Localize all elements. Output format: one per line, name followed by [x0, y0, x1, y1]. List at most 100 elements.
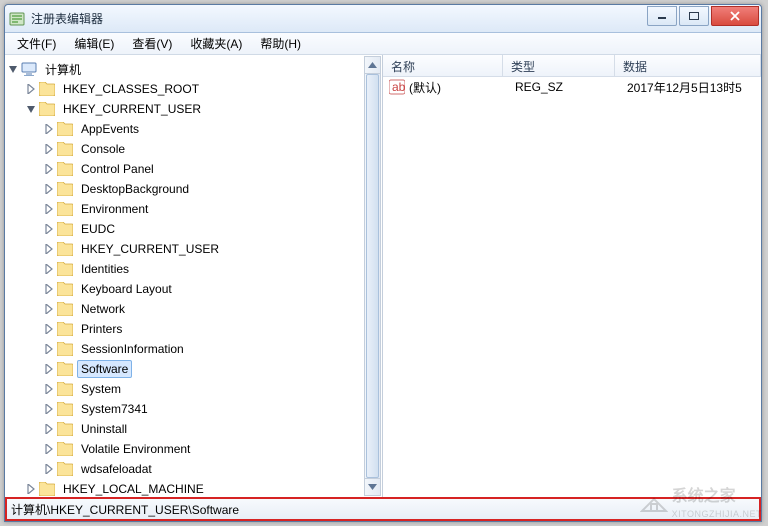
tree-hkcu-child[interactable]: AppEvents — [7, 119, 382, 139]
tree-item-label: Control Panel — [77, 160, 158, 178]
status-path: 计算机\HKEY_CURRENT_USER\Software — [11, 501, 239, 518]
expand-closed-icon[interactable] — [43, 263, 55, 275]
tree-item-label: EUDC — [77, 220, 119, 238]
tree-item-label: wdsafeloadat — [77, 460, 156, 478]
expand-closed-icon[interactable] — [43, 443, 55, 455]
tree-hkcu-child[interactable]: Environment — [7, 199, 382, 219]
tree-item-label: Volatile Environment — [77, 440, 194, 458]
folder-icon — [57, 142, 73, 156]
expand-closed-icon[interactable] — [43, 243, 55, 255]
tree-hkcu[interactable]: HKEY_CURRENT_USER — [7, 99, 382, 119]
expand-closed-icon[interactable] — [43, 463, 55, 475]
expand-closed-icon[interactable] — [43, 343, 55, 355]
tree-hklm[interactable]: HKEY_LOCAL_MACHINE — [7, 479, 382, 497]
expand-closed-icon[interactable] — [43, 323, 55, 335]
expand-closed-icon[interactable] — [43, 183, 55, 195]
tree-hkcu-child[interactable]: SessionInformation — [7, 339, 382, 359]
tree-item-label: Uninstall — [77, 420, 131, 438]
tree-hkcr[interactable]: HKEY_CLASSES_ROOT — [7, 79, 382, 99]
folder-icon — [57, 242, 73, 256]
tree-item-label: Software — [77, 360, 132, 378]
tree-item-label: Keyboard Layout — [77, 280, 176, 298]
tree-pane: 计算机HKEY_CLASSES_ROOTHKEY_CURRENT_USERApp… — [5, 55, 383, 497]
tree-hkcu-child[interactable]: EUDC — [7, 219, 382, 239]
expand-closed-icon[interactable] — [25, 83, 37, 95]
tree-item-label: DesktopBackground — [77, 180, 193, 198]
tree-hkcu-child[interactable]: System7341 — [7, 399, 382, 419]
expand-open-icon[interactable] — [25, 103, 37, 115]
tree-item-label: HKEY_CLASSES_ROOT — [59, 80, 203, 98]
expand-closed-icon[interactable] — [43, 163, 55, 175]
list-row[interactable]: (默认)REG_SZ2017年12月5日13时5 — [383, 77, 761, 97]
folder-icon — [57, 362, 73, 376]
tree-root[interactable]: 计算机 — [7, 59, 382, 79]
tree-item-label: Identities — [77, 260, 133, 278]
expand-closed-icon[interactable] — [43, 123, 55, 135]
menu-help[interactable]: 帮助(H) — [252, 33, 309, 54]
list-body: (默认)REG_SZ2017年12月5日13时5 — [383, 77, 761, 497]
col-data[interactable]: 数据 — [615, 55, 761, 76]
col-name[interactable]: 名称 — [383, 55, 503, 76]
list-pane: 名称 类型 数据 (默认)REG_SZ2017年12月5日13时5 — [383, 55, 761, 497]
menu-favorites[interactable]: 收藏夹(A) — [182, 33, 250, 54]
titlebar: 注册表编辑器 — [5, 5, 761, 33]
tree-item-label: Environment — [77, 200, 152, 218]
folder-icon — [57, 182, 73, 196]
string-value-icon — [389, 79, 405, 95]
minimize-button[interactable] — [647, 6, 677, 26]
tree-hkcu-child[interactable]: Control Panel — [7, 159, 382, 179]
registry-editor-window: 注册表编辑器 文件(F) 编辑(E) 查看(V) 收藏夹(A) 帮助(H) 计算… — [4, 4, 762, 522]
expand-open-icon[interactable] — [7, 63, 19, 75]
expand-closed-icon[interactable] — [43, 383, 55, 395]
folder-icon — [57, 162, 73, 176]
menu-edit[interactable]: 编辑(E) — [66, 33, 122, 54]
col-type[interactable]: 类型 — [503, 55, 615, 76]
folder-icon — [57, 302, 73, 316]
expand-closed-icon[interactable] — [43, 203, 55, 215]
folder-icon — [57, 442, 73, 456]
expand-closed-icon[interactable] — [43, 143, 55, 155]
tree-hkcu-child[interactable]: Uninstall — [7, 419, 382, 439]
tree-hkcu-child[interactable]: Identities — [7, 259, 382, 279]
tree-item-label: SessionInformation — [77, 340, 188, 358]
app-icon — [9, 11, 25, 27]
tree-hkcu-child[interactable]: HKEY_CURRENT_USER — [7, 239, 382, 259]
scroll-track[interactable] — [365, 74, 380, 478]
window-title: 注册表编辑器 — [31, 10, 647, 27]
close-button[interactable] — [711, 6, 759, 26]
menubar: 文件(F) 编辑(E) 查看(V) 收藏夹(A) 帮助(H) — [5, 33, 761, 55]
menu-file[interactable]: 文件(F) — [9, 33, 64, 54]
scroll-down-button[interactable] — [365, 478, 380, 495]
tree-scrollbar[interactable] — [364, 56, 381, 496]
expand-closed-icon[interactable] — [43, 363, 55, 375]
tree-hkcu-child[interactable]: wdsafeloadat — [7, 459, 382, 479]
folder-icon — [57, 342, 73, 356]
tree-hkcu-child[interactable]: Volatile Environment — [7, 439, 382, 459]
folder-icon — [57, 402, 73, 416]
expand-closed-icon[interactable] — [43, 423, 55, 435]
menu-view[interactable]: 查看(V) — [124, 33, 180, 54]
tree-hkcu-child[interactable]: Network — [7, 299, 382, 319]
tree-hkcu-child[interactable]: Console — [7, 139, 382, 159]
folder-icon — [39, 82, 55, 96]
folder-icon — [39, 482, 55, 496]
folder-icon — [57, 262, 73, 276]
caption-buttons — [647, 6, 759, 26]
tree-hkcu-child[interactable]: Keyboard Layout — [7, 279, 382, 299]
folder-icon — [57, 202, 73, 216]
scroll-thumb[interactable] — [366, 74, 379, 478]
content-split: 计算机HKEY_CLASSES_ROOTHKEY_CURRENT_USERApp… — [5, 55, 761, 497]
expand-closed-icon[interactable] — [43, 283, 55, 295]
expand-closed-icon[interactable] — [25, 483, 37, 495]
scroll-up-button[interactable] — [365, 57, 380, 74]
maximize-button[interactable] — [679, 6, 709, 26]
expand-closed-icon[interactable] — [43, 223, 55, 235]
tree-hkcu-child[interactable]: Software — [7, 359, 382, 379]
tree-hkcu-child[interactable]: DesktopBackground — [7, 179, 382, 199]
tree-hkcu-child[interactable]: Printers — [7, 319, 382, 339]
expand-closed-icon[interactable] — [43, 303, 55, 315]
expand-closed-icon[interactable] — [43, 403, 55, 415]
tree-hkcu-child[interactable]: System — [7, 379, 382, 399]
folder-icon — [57, 282, 73, 296]
value-type: REG_SZ — [507, 80, 619, 94]
